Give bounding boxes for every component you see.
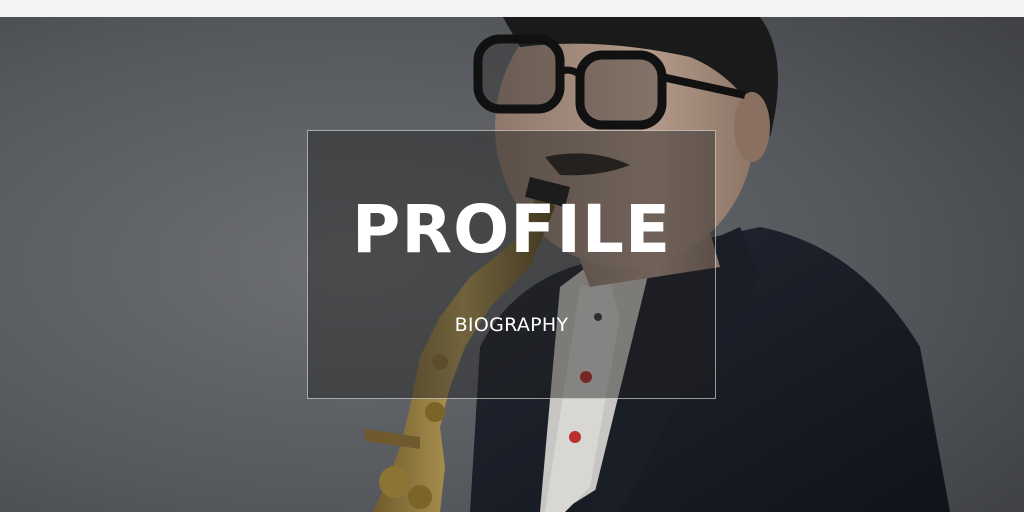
title-box: PROFILE BIOGRAPHY (307, 130, 716, 399)
page-subtitle: BIOGRAPHY (454, 314, 569, 336)
page-title: PROFILE (351, 191, 672, 268)
hero-banner: PROFILE BIOGRAPHY (0, 17, 1024, 512)
top-bar (0, 0, 1024, 17)
page: PROFILE BIOGRAPHY (0, 0, 1024, 512)
